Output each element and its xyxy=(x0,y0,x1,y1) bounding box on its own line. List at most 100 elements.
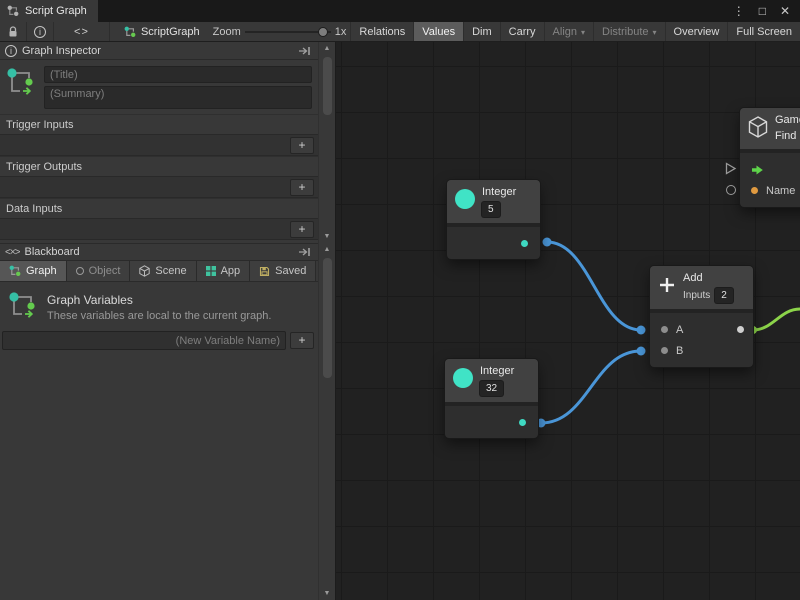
graph-breadcrumb[interactable]: ScriptGraph xyxy=(115,22,209,41)
section-trigger-outputs: Trigger Outputs + xyxy=(0,156,318,198)
values-button[interactable]: Values xyxy=(413,22,463,41)
scroll-down-button[interactable]: ▼ xyxy=(319,230,335,243)
blackboard-scrollbar[interactable]: ▲ ▼ xyxy=(318,243,335,600)
graph-canvas[interactable]: Integer 5 Integer 32 xyxy=(336,42,800,600)
app-grid-icon xyxy=(206,266,216,276)
integer-node-32[interactable]: Integer 32 xyxy=(445,359,538,438)
overview-button[interactable]: Overview xyxy=(665,22,728,41)
toolbar-buttons: Relations Values Dim Carry Align ▾ Distr… xyxy=(350,22,800,41)
control-input-port[interactable] xyxy=(724,162,737,175)
tab-label: Scene xyxy=(155,265,186,277)
add-data-input-button[interactable]: + xyxy=(290,221,314,238)
zoom-label: Zoom xyxy=(213,26,241,38)
window-tab-script-graph[interactable]: Script Graph xyxy=(0,0,98,22)
unit-body xyxy=(445,406,538,438)
cube-icon xyxy=(748,116,768,138)
add-trigger-output-button[interactable]: + xyxy=(290,179,314,196)
tab-scene[interactable]: Scene xyxy=(130,261,196,281)
full-screen-button[interactable]: Full Screen xyxy=(727,22,800,41)
output-port[interactable] xyxy=(737,326,744,333)
output-port[interactable] xyxy=(521,240,528,247)
graph-summary-input[interactable] xyxy=(44,86,312,109)
close-button[interactable]: ✕ xyxy=(780,4,790,18)
graph-inspector-title: Graph Inspector xyxy=(22,45,291,57)
carry-button[interactable]: Carry xyxy=(500,22,544,41)
unit-title: Game xyxy=(775,114,800,127)
new-variable-row: + xyxy=(0,327,318,350)
dock-panel-button[interactable] xyxy=(296,247,313,257)
add-variable-button[interactable]: + xyxy=(290,332,314,349)
menu-button[interactable]: ⋮ xyxy=(733,4,745,18)
scroll-up-button[interactable]: ▲ xyxy=(319,243,335,256)
code-icon: <> xyxy=(74,26,89,38)
dock-panel-button[interactable] xyxy=(296,46,313,56)
section-label: Trigger Inputs xyxy=(0,115,318,134)
tab-saved[interactable]: Saved xyxy=(250,261,316,281)
tab-label: Graph xyxy=(26,265,57,277)
port-label: A xyxy=(676,324,683,336)
find-node[interactable]: Game Find Name xyxy=(740,108,800,207)
tab-label: Saved xyxy=(275,265,306,277)
graph-variables-section: Graph Variables These variables are loca… xyxy=(0,282,318,327)
distribute-label: Distribute xyxy=(602,26,648,38)
distribute-button[interactable]: Distribute ▾ xyxy=(593,22,664,41)
add-trigger-input-button[interactable]: + xyxy=(290,137,314,154)
add-node[interactable]: Add Inputs 2 A B xyxy=(650,266,753,367)
scroll-up-button[interactable]: ▲ xyxy=(319,42,335,55)
zoom-slider[interactable] xyxy=(245,25,331,39)
name-input-port[interactable] xyxy=(751,187,758,194)
tab-object[interactable]: Object xyxy=(67,261,131,281)
wire-endpoint xyxy=(637,347,646,356)
caret-down-icon: ▾ xyxy=(653,28,657,37)
unit-header: Integer 32 xyxy=(445,359,538,406)
input-port-b[interactable] xyxy=(661,347,668,354)
integer-node-5[interactable]: Integer 5 xyxy=(447,180,540,259)
align-label: Align xyxy=(553,26,577,38)
info-icon: i xyxy=(34,26,46,38)
integer-value-field[interactable]: 5 xyxy=(482,202,500,217)
maximize-button[interactable]: □ xyxy=(759,4,766,18)
graph-icon xyxy=(9,265,21,277)
unit-title: Integer xyxy=(480,365,514,378)
wire-add-output xyxy=(753,309,800,330)
data-inputs-list: + xyxy=(0,218,318,240)
code-button[interactable]: <> xyxy=(54,22,110,41)
unit-header: Integer 5 xyxy=(447,180,540,227)
scrollbar-thumb[interactable] xyxy=(323,258,332,378)
scroll-down-button[interactable]: ▼ xyxy=(319,587,335,600)
inputs-label: Inputs xyxy=(683,290,710,301)
script-graph-window: Script Graph ⋮ □ ✕ i <> ScriptG xyxy=(0,0,800,600)
wire-endpoint xyxy=(543,238,552,247)
inputs-count-field[interactable]: 2 xyxy=(715,288,733,303)
integer-icon xyxy=(453,368,473,388)
graph-toolbar: i <> ScriptGraph Zoom 1x Relations Value… xyxy=(0,22,800,42)
tab-label: Object xyxy=(89,265,121,277)
section-label: Trigger Outputs xyxy=(0,157,318,176)
inspector-scrollbar[interactable]: ▲ ▼ xyxy=(318,42,335,243)
unit-title: Add xyxy=(683,272,733,285)
blackboard-header: <×> Blackboard xyxy=(0,243,318,261)
blackboard-icon: <×> xyxy=(5,247,20,258)
tab-label: App xyxy=(221,265,241,277)
tab-graph[interactable]: Graph xyxy=(0,261,67,281)
dim-button[interactable]: Dim xyxy=(463,22,500,41)
lock-button[interactable] xyxy=(0,22,27,41)
port-label: B xyxy=(676,345,683,357)
relations-button[interactable]: Relations xyxy=(350,22,413,41)
input-port-a[interactable] xyxy=(661,326,668,333)
integer-icon xyxy=(455,189,475,209)
tab-app[interactable]: App xyxy=(197,261,251,281)
wire-endpoint xyxy=(637,326,646,335)
control-output-port-icon[interactable] xyxy=(751,164,764,176)
graph-title-input[interactable] xyxy=(44,66,312,83)
align-button[interactable]: Align ▾ xyxy=(544,22,593,41)
integer-value-field[interactable]: 32 xyxy=(480,381,503,396)
output-port[interactable] xyxy=(519,419,526,426)
graph-variables-icon xyxy=(8,291,38,323)
data-input-port[interactable] xyxy=(726,185,736,195)
zoom-slider-knob[interactable] xyxy=(318,27,328,37)
new-variable-input[interactable] xyxy=(2,331,286,350)
info-button[interactable]: i xyxy=(27,22,54,41)
dock-icon xyxy=(298,247,311,257)
scrollbar-thumb[interactable] xyxy=(323,57,332,115)
